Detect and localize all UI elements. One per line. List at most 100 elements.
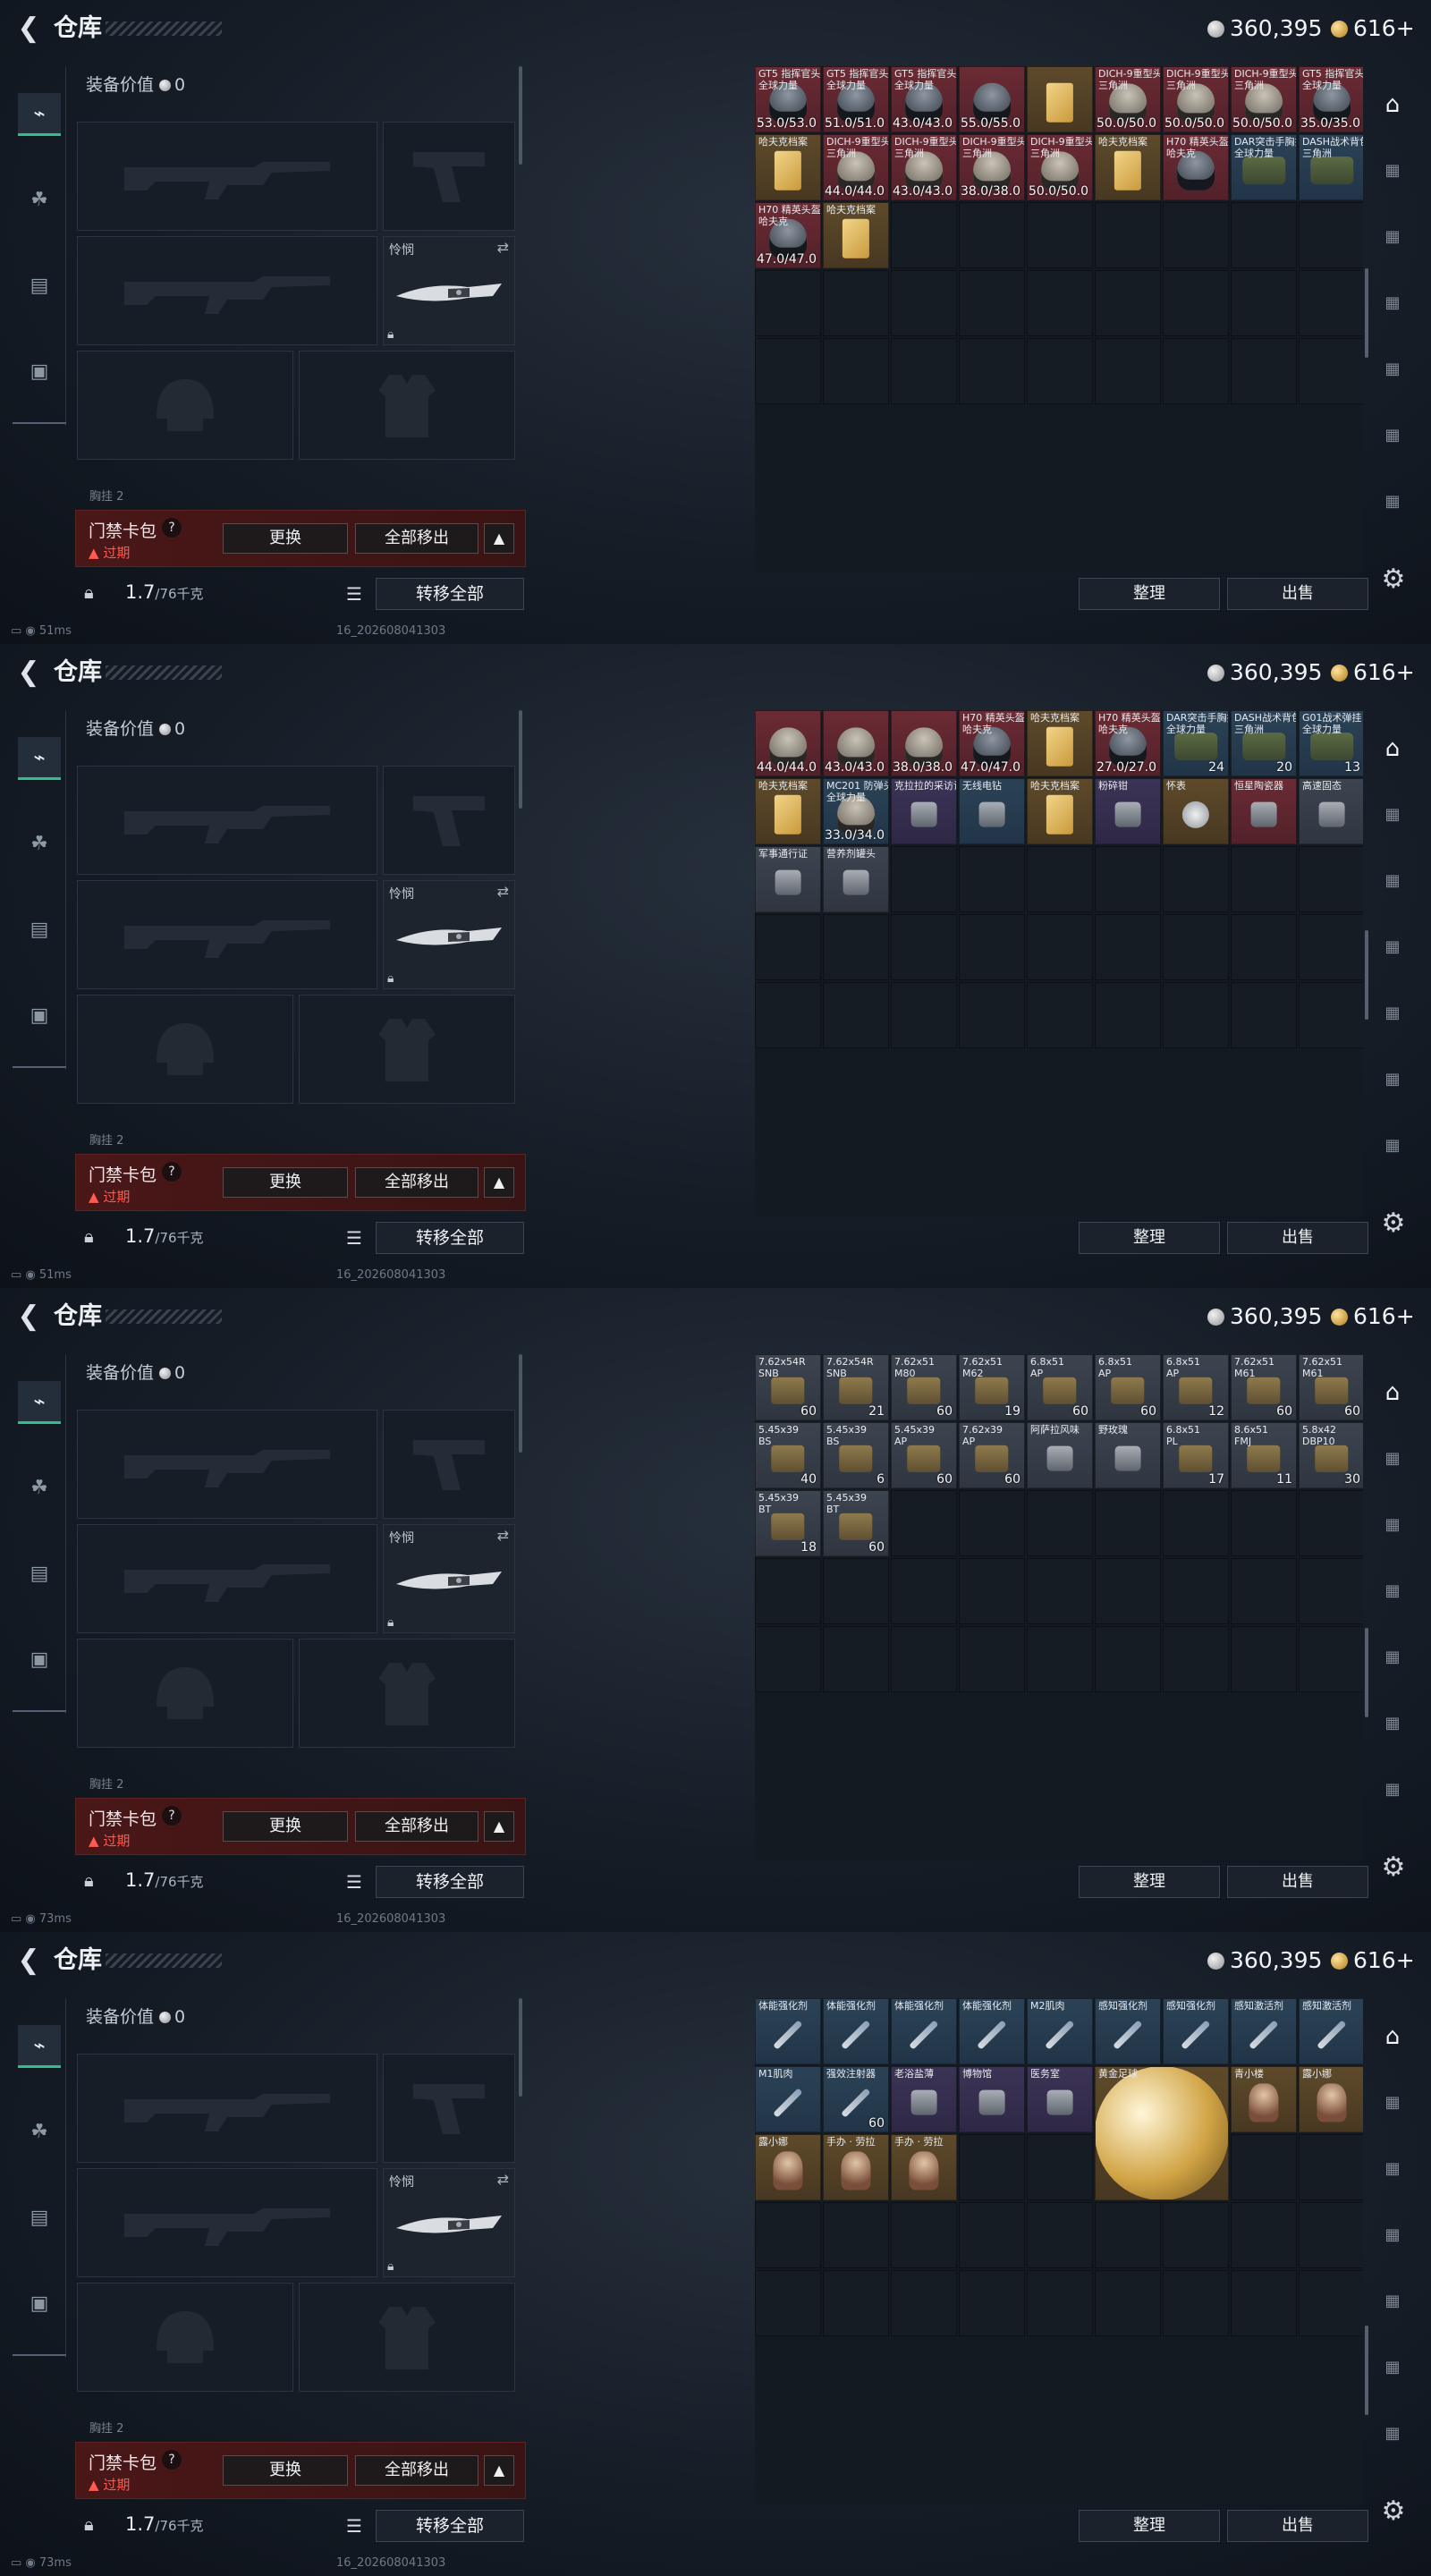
inventory-item[interactable]: 无线电钻 xyxy=(959,778,1025,844)
inventory-item[interactable]: 7.62x51 M61 60 xyxy=(1299,1354,1363,1420)
empty-slot[interactable] xyxy=(1163,1626,1229,1692)
replace-button[interactable]: 更换 xyxy=(223,2455,348,2486)
empty-slot[interactable] xyxy=(1163,2270,1229,2336)
secondary-weapon-slot[interactable] xyxy=(77,2168,377,2277)
storage-tab-icon[interactable]: ▦ xyxy=(1376,1063,1410,1097)
sort-button[interactable]: 整理 xyxy=(1079,578,1220,610)
empty-slot[interactable] xyxy=(959,2202,1025,2268)
empty-slot[interactable] xyxy=(1027,270,1093,336)
inventory-item[interactable]: H70 精英头盔 哈夫克 27.0/27.0 xyxy=(1095,710,1161,776)
empty-slot[interactable] xyxy=(1095,1490,1161,1556)
storage-tab-icon[interactable]: ▦ xyxy=(1376,352,1410,386)
inventory-item[interactable]: 露小娜 xyxy=(1299,2066,1363,2132)
empty-slot[interactable] xyxy=(1095,914,1161,980)
gear-icon[interactable]: ⚙ xyxy=(1377,1852,1410,1884)
storage-tab-icon[interactable]: ▦ xyxy=(1376,798,1410,832)
inventory-item[interactable]: 高速固态 xyxy=(1299,778,1363,844)
empty-slot[interactable] xyxy=(1027,2270,1093,2336)
secondary-weapon-slot[interactable] xyxy=(77,1524,377,1633)
inventory-item[interactable]: 恒星陶瓷器 xyxy=(1231,778,1297,844)
gun-icon[interactable]: ⌁ xyxy=(18,2025,61,2068)
gun-icon[interactable]: ⌁ xyxy=(18,93,61,136)
swap-icon[interactable]: ⇄ xyxy=(497,883,509,900)
empty-slot[interactable] xyxy=(1299,2270,1363,2336)
empty-slot[interactable] xyxy=(1027,982,1093,1048)
sell-button[interactable]: 出售 xyxy=(1227,2510,1368,2542)
backpack-icon[interactable]: ▤ xyxy=(18,2197,61,2240)
empty-slot[interactable] xyxy=(1095,1558,1161,1624)
warehouse-scrollbar[interactable] xyxy=(1365,268,1368,358)
melee-slot[interactable]: 怜悯 ⇄ 🔒︎ xyxy=(383,880,515,989)
primary-weapon-slot[interactable] xyxy=(77,1410,377,1519)
inventory-item[interactable]: 感知激活剂 xyxy=(1231,1998,1297,2064)
equipment-scrollbar[interactable] xyxy=(519,66,522,165)
empty-slot[interactable] xyxy=(1163,1490,1229,1556)
inventory-item[interactable]: 7.62x51 M61 60 xyxy=(1231,1354,1297,1420)
back-arrow-icon[interactable]: ❮ xyxy=(13,657,45,689)
storage-tab-icon[interactable]: ▦ xyxy=(1376,1707,1410,1741)
empty-slot[interactable] xyxy=(1231,1626,1297,1692)
pistol-slot[interactable] xyxy=(383,122,515,231)
inventory-item[interactable]: 7.62x51 M80 60 xyxy=(891,1354,957,1420)
empty-slot[interactable] xyxy=(755,2270,821,2336)
inventory-item[interactable]: 强效注射器 60 xyxy=(823,2066,889,2132)
inventory-item[interactable]: 7.62x39 AP 60 xyxy=(959,1422,1025,1488)
collapse-icon[interactable]: ▲ xyxy=(484,523,514,554)
inventory-item[interactable]: 5.45x39 AP 60 xyxy=(891,1422,957,1488)
inventory-item[interactable]: 手办 · 劳拉 xyxy=(823,2134,889,2200)
gold-currency[interactable]: 616+ xyxy=(1331,14,1415,43)
armor-slot[interactable] xyxy=(299,1639,515,1748)
storage-tab-icon[interactable]: ▦ xyxy=(1376,930,1410,964)
primary-weapon-slot[interactable] xyxy=(77,2054,377,2163)
warehouse-tab-icon[interactable]: ⌂ xyxy=(1376,2020,1410,2054)
empty-slot[interactable] xyxy=(891,1626,957,1692)
melee-slot[interactable]: 怜悯 ⇄ 🔒︎ xyxy=(383,1524,515,1633)
back-arrow-icon[interactable]: ❮ xyxy=(13,1945,45,1977)
armor-icon[interactable]: ☘ xyxy=(18,823,61,866)
empty-slot[interactable] xyxy=(959,914,1025,980)
empty-slot[interactable] xyxy=(891,202,957,268)
storage-tab-icon[interactable]: ▦ xyxy=(1376,2417,1410,2451)
inventory-item[interactable]: 哈夫克档案 xyxy=(755,134,821,200)
inventory-item[interactable]: 营养剂罐头 xyxy=(823,846,889,912)
inventory-item[interactable]: M1肌肉 xyxy=(755,2066,821,2132)
gun-icon[interactable]: ⌁ xyxy=(18,1381,61,1424)
case-icon[interactable]: ▣ xyxy=(18,995,61,1038)
empty-slot[interactable] xyxy=(755,270,821,336)
inventory-item[interactable]: 感知强化剂 xyxy=(1163,1998,1229,2064)
list-icon[interactable]: ☰ xyxy=(342,1869,367,1894)
sell-button[interactable]: 出售 xyxy=(1227,1866,1368,1898)
storage-tab-icon[interactable]: ▦ xyxy=(1376,2086,1410,2120)
inventory-item[interactable]: 怀表 xyxy=(1163,778,1229,844)
list-icon[interactable]: ☰ xyxy=(342,581,367,606)
inventory-item[interactable]: 哈夫克档案 xyxy=(1027,778,1093,844)
empty-slot[interactable] xyxy=(1027,1626,1093,1692)
empty-slot[interactable] xyxy=(959,846,1025,912)
primary-weapon-slot[interactable] xyxy=(77,122,377,231)
empty-slot[interactable] xyxy=(891,982,957,1048)
empty-slot[interactable] xyxy=(959,2134,1025,2200)
empty-slot[interactable] xyxy=(1231,338,1297,404)
empty-slot[interactable] xyxy=(959,1490,1025,1556)
empty-slot[interactable] xyxy=(755,338,821,404)
empty-slot[interactable] xyxy=(1095,1626,1161,1692)
warehouse-scrollbar[interactable] xyxy=(1365,1628,1368,1717)
empty-slot[interactable] xyxy=(1299,1558,1363,1624)
transfer-all-button[interactable]: 转移全部 xyxy=(376,578,524,610)
inventory-item[interactable]: H70 精英头盔 哈夫克 47.0/47.0 xyxy=(959,710,1025,776)
case-icon[interactable]: ▣ xyxy=(18,351,61,394)
empty-slot[interactable] xyxy=(891,914,957,980)
swap-icon[interactable]: ⇄ xyxy=(497,1527,509,1544)
empty-slot[interactable] xyxy=(1299,202,1363,268)
sell-button[interactable]: 出售 xyxy=(1227,578,1368,610)
empty-slot[interactable] xyxy=(1095,270,1161,336)
empty-slot[interactable] xyxy=(1231,202,1297,268)
transfer-all-button[interactable]: 转移全部 xyxy=(376,1866,524,1898)
backpack-icon[interactable]: ▤ xyxy=(18,909,61,952)
empty-slot[interactable] xyxy=(1095,338,1161,404)
inventory-item[interactable]: DASH战术背包 三角洲 20 xyxy=(1231,710,1297,776)
empty-slot[interactable] xyxy=(1027,1490,1093,1556)
helmet-slot[interactable] xyxy=(77,2283,293,2392)
empty-slot[interactable] xyxy=(1299,1626,1363,1692)
backpack-icon[interactable]: ▤ xyxy=(18,1553,61,1596)
